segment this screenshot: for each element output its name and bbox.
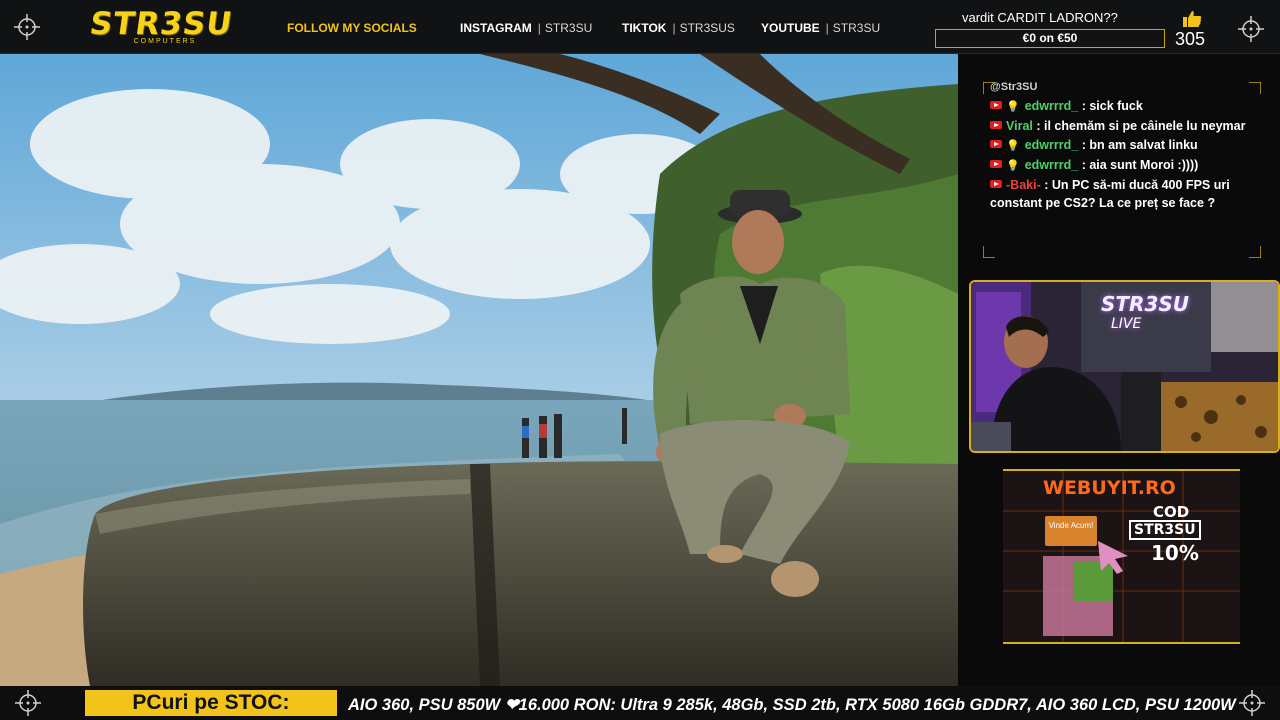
thumbs-up-icon bbox=[1182, 10, 1202, 28]
ticker-label: PCuri pe STOC: bbox=[85, 690, 337, 716]
social-instagram: INSTAGRAM | STR3SU bbox=[460, 21, 592, 35]
social-separator: | bbox=[825, 21, 829, 35]
logo-wordmark: STR3SU bbox=[87, 6, 235, 42]
chat-text: : sick fuck bbox=[1081, 99, 1143, 113]
chat-username[interactable]: edwrrrd_ bbox=[1025, 138, 1079, 152]
webcam-overlay-live: LIVE bbox=[1111, 316, 1142, 332]
youtube-icon bbox=[990, 160, 1002, 168]
follow-label: FOLLOW MY SOCIALS bbox=[287, 21, 417, 35]
social-handle: STR3SU bbox=[544, 21, 593, 35]
crosshair-icon bbox=[1237, 15, 1265, 43]
poll-amount: €0 on €50 bbox=[935, 29, 1165, 48]
ad-code-label: COD bbox=[1153, 503, 1190, 521]
sponsor-ad[interactable]: WEBUYIT.RO COD STR3SU 10% Vinde Acum! bbox=[1003, 469, 1240, 644]
crosshair-icon bbox=[13, 13, 41, 41]
chat-text: : aia sunt Moroi :)))) bbox=[1081, 158, 1199, 172]
chat-box[interactable]: @Str3SU 💡 edwrrrd_ : sick fuck Viral : il… bbox=[990, 78, 1260, 260]
ad-discount: 10% bbox=[1151, 541, 1199, 565]
chat-username[interactable]: edwrrrd_ bbox=[1025, 158, 1079, 172]
chat-message: 💡 edwrrrd_ : sick fuck bbox=[990, 97, 1260, 116]
social-tiktok: TIKTOK | STR3SUS bbox=[622, 21, 735, 35]
chat-message: 💡 edwrrrd_ : bn am salvat linku bbox=[990, 136, 1260, 155]
lightbulb-icon: 💡 bbox=[1006, 140, 1020, 152]
chat-username[interactable]: Viral bbox=[1006, 119, 1033, 133]
crosshair-icon bbox=[14, 689, 42, 717]
chat-text: : il chemăm si pe câinele lu neymar bbox=[1036, 119, 1246, 133]
social-youtube: YOUTUBE | STR3SU bbox=[761, 21, 880, 35]
ad-sell-button[interactable]: Vinde Acum! bbox=[1045, 516, 1097, 546]
social-platform: YOUTUBE bbox=[761, 21, 820, 35]
brand-logo: STR3SU COMPUTERS bbox=[87, 6, 240, 48]
chat-username[interactable]: edwrrrd_ bbox=[1025, 99, 1079, 113]
like-count: 305 bbox=[1175, 29, 1206, 49]
chat-username[interactable]: -Baki- bbox=[1006, 178, 1041, 192]
youtube-icon bbox=[990, 180, 1002, 188]
social-separator: | bbox=[537, 21, 541, 35]
main-video[interactable] bbox=[0, 54, 958, 686]
social-handle: STR3SU bbox=[832, 21, 881, 35]
chat-message: 💡 edwrrrd_ : aia sunt Moroi :)))) bbox=[990, 156, 1260, 175]
social-handle: STR3SUS bbox=[679, 21, 735, 35]
chat-message: -Baki- : Un PC să-mi ducă 400 FPS uri co… bbox=[990, 176, 1260, 212]
ad-brand: WEBUYIT.RO bbox=[1043, 477, 1176, 499]
ad-code: STR3SU bbox=[1129, 520, 1201, 540]
social-platform: INSTAGRAM bbox=[460, 21, 532, 35]
crosshair-icon bbox=[1238, 689, 1266, 717]
chat-previous-line: @Str3SU bbox=[990, 81, 1038, 93]
webcam-overlay-title: STR3SU bbox=[1101, 292, 1190, 316]
webcam-feed[interactable]: STR3SU LIVE bbox=[969, 280, 1280, 453]
youtube-icon bbox=[990, 101, 1002, 109]
chat-text: : bn am salvat linku bbox=[1081, 138, 1198, 152]
social-separator: | bbox=[672, 21, 676, 35]
youtube-icon bbox=[990, 121, 1002, 129]
lightbulb-icon: 💡 bbox=[1006, 160, 1020, 172]
poll-title: vardit CARDIT LADRON?? bbox=[962, 10, 1118, 25]
lightbulb-icon: 💡 bbox=[1006, 101, 1020, 113]
social-platform: TIKTOK bbox=[622, 21, 667, 35]
chat-message: Viral : il chemăm si pe câinele lu neyma… bbox=[990, 117, 1260, 135]
ticker-text: AIO 360, PSU 850W ❤16.000 RON: Ultra 9 2… bbox=[348, 696, 1236, 714]
youtube-icon bbox=[990, 140, 1002, 148]
